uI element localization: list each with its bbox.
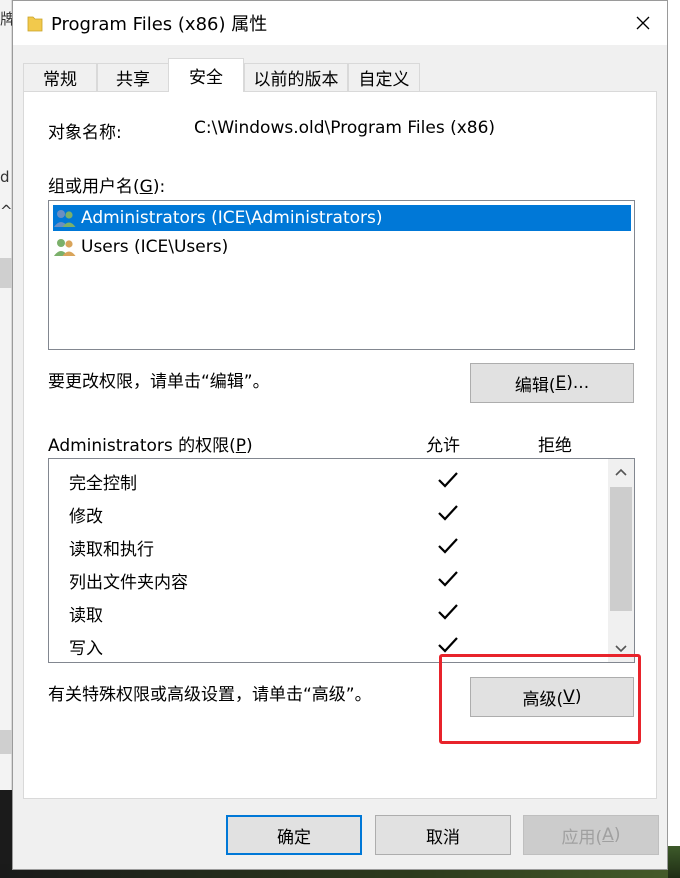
checkmark-icon (438, 637, 458, 653)
scroll-up-button[interactable] (608, 459, 634, 485)
folder-icon (27, 16, 43, 32)
checkmark-icon (438, 472, 458, 488)
tab-security[interactable]: 安全 (168, 58, 244, 92)
users-group-icon (54, 210, 76, 227)
apply-button[interactable]: 应用(A) (523, 815, 659, 855)
close-icon (636, 16, 650, 30)
edit-button[interactable]: 编辑(E)... (470, 363, 634, 403)
scroll-down-button[interactable] (608, 636, 634, 662)
tab-customize[interactable]: 自定义 (348, 63, 420, 91)
background-text: d (0, 168, 10, 186)
permission-row: 写入 (49, 628, 609, 661)
permissions-label: Administrators 的权限(P) (48, 436, 253, 456)
background-window-edge: 牌 d ^ (0, 0, 15, 790)
background-stripe (0, 730, 12, 754)
list-item-users[interactable]: Users (ICE\Users) (53, 234, 631, 260)
list-item-administrators[interactable]: Administrators (ICE\Administrators) (53, 205, 631, 231)
close-button[interactable] (623, 5, 663, 41)
groups-label: 组或用户名(G): (48, 177, 166, 197)
allow-header: 允许 (426, 436, 460, 456)
permission-row: 完全控制 (49, 463, 609, 496)
checkmark-icon (438, 538, 458, 554)
chevron-up-icon (615, 468, 627, 476)
permission-row: 修改 (49, 496, 609, 529)
edit-hint: 要更改权限，请单击“编辑”。 (48, 372, 270, 392)
advanced-button[interactable]: 高级(V) (470, 677, 634, 717)
desktop-background (668, 846, 680, 878)
tab-previous-versions[interactable]: 以前的版本 (244, 63, 348, 91)
user-name: Administrators (ICE\Administrators) (81, 208, 383, 228)
security-panel: 对象名称: C:\Windows.old\Program Files (x86)… (23, 91, 657, 799)
cancel-button[interactable]: 取消 (375, 815, 511, 855)
checkmark-icon (438, 505, 458, 521)
background-stripe (0, 258, 12, 288)
scroll-thumb[interactable] (610, 487, 632, 611)
title-bar[interactable]: Program Files (x86) 属性 (13, 1, 667, 45)
tab-sharing[interactable]: 共享 (97, 63, 169, 91)
chevron-down-icon (615, 645, 627, 653)
ok-button[interactable]: 确定 (226, 815, 362, 855)
permissions-list[interactable]: 完全控制 修改 读取和执行 列出文件夹内容 读取 写入 (48, 458, 635, 663)
tab-general[interactable]: 常规 (23, 63, 97, 91)
background-text: ^ (0, 202, 13, 220)
permission-row: 列出文件夹内容 (49, 562, 609, 595)
object-name-label: 对象名称: (48, 123, 122, 143)
checkmark-icon (438, 571, 458, 587)
deny-header: 拒绝 (538, 436, 572, 456)
window-title: Program Files (x86) 属性 (51, 14, 268, 35)
permission-row: 读取和执行 (49, 529, 609, 562)
permission-row: 读取 (49, 595, 609, 628)
object-name-value: C:\Windows.old\Program Files (x86) (194, 118, 496, 138)
users-listbox[interactable]: Administrators (ICE\Administrators) User… (48, 200, 635, 350)
checkmark-icon (438, 604, 458, 620)
user-name: Users (ICE\Users) (81, 237, 229, 257)
permissions-scrollbar[interactable] (608, 459, 634, 662)
users-group-icon (54, 239, 76, 256)
properties-dialog: Program Files (x86) 属性 常规 共享 安全 以前的版本 自定… (12, 0, 668, 870)
advanced-hint: 有关特殊权限或高级设置，请单击“高级”。 (48, 685, 372, 705)
